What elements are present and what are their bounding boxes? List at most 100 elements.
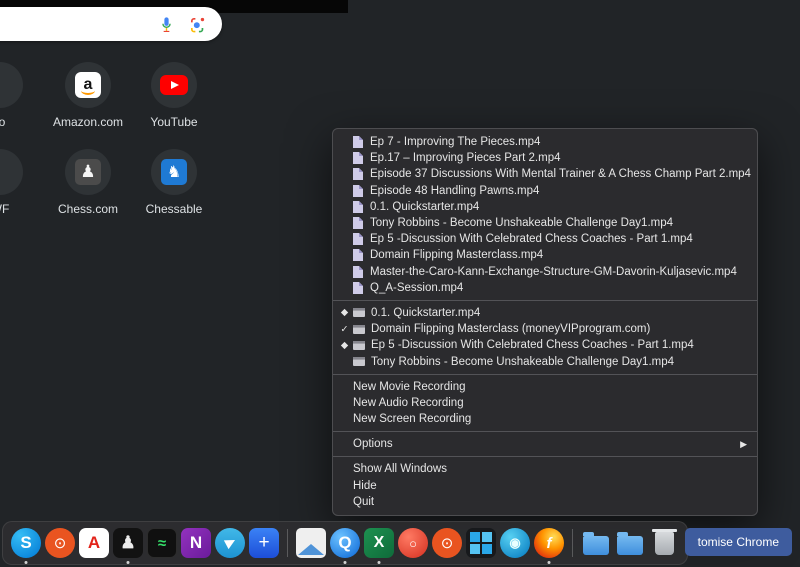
recent-file-item[interactable]: Ep 5 -Discussion With Celebrated Chess C… (333, 231, 757, 247)
onenote-icon[interactable]: N (181, 528, 211, 558)
minimized-marker: ◆ (340, 307, 349, 319)
ubuntu2-icon[interactable]: ⊙ (432, 528, 462, 558)
menu-item-show-all-windows[interactable]: Show All Windows (333, 461, 757, 477)
shortcut-tile-amazon[interactable]: a Amazon.com (44, 62, 132, 129)
window-item[interactable]: ✓ Domain Flipping Masterclass (moneyVIPp… (333, 321, 757, 337)
menu-item-label: Ep.17 – Improving Pieces Part 2.mp4 (370, 152, 561, 165)
shortcut-tile-youtube[interactable]: YouTube (130, 62, 218, 129)
dock: S ⊙ A ♟ ≈ N ▶ + Q X ○ ⊙ ◉ f (2, 521, 688, 565)
window-item[interactable]: ◆ 0.1. Quickstarter.mp4 (333, 305, 757, 321)
menu-item-label: Quit (353, 495, 375, 508)
recent-file-item[interactable]: Tony Robbins - Become Unshakeable Challe… (333, 215, 757, 231)
menu-item-label: 0.1. Quickstarter.mp4 (371, 306, 481, 319)
shortcut-label: Chess.com (57, 202, 119, 216)
app-add-icon[interactable]: + (249, 528, 279, 558)
customize-chrome-button[interactable]: tomise Chrome (684, 528, 792, 556)
window-item[interactable]: ◆ Ep 5 -Discussion With Celebrated Chess… (333, 337, 757, 353)
menu-item-label: Show All Windows (353, 463, 447, 476)
video-file-icon (353, 152, 363, 165)
chesscom-icon: ♟ (75, 159, 101, 185)
menu-item-options[interactable]: Options ▶ (333, 436, 757, 452)
quicktime-icon[interactable]: Q (330, 528, 360, 558)
excel-icon[interactable]: X (364, 528, 394, 558)
window-marker (338, 353, 351, 369)
windows-icon[interactable] (466, 528, 496, 558)
shortcut-label: YouTube (150, 115, 198, 129)
menu-item-label: Ep 7 - Improving The Pieces.mp4 (370, 136, 541, 149)
menu-item-label: Domain Flipping Masterclass (moneyVIPpro… (371, 323, 651, 336)
video-file-icon (353, 200, 363, 213)
menu-item-hide[interactable]: Hide (333, 478, 757, 494)
ubuntu-icon[interactable]: ⊙ (45, 528, 75, 558)
shortcut-icon (0, 62, 23, 108)
skype-icon[interactable]: S (11, 528, 41, 558)
video-file-icon (353, 249, 363, 262)
shortcut-tile-partial-1[interactable]: ro (0, 62, 44, 129)
youtube-icon (160, 75, 188, 95)
mic-icon[interactable] (158, 16, 175, 33)
window-icon (353, 357, 365, 367)
recent-file-item[interactable]: Ep.17 – Improving Pieces Part 2.mp4 (333, 150, 757, 166)
folder-icon-2[interactable] (615, 528, 645, 558)
dock-separator (287, 529, 288, 557)
media-player-icon[interactable]: ◉ (500, 528, 530, 558)
quicktime-dock-menu: Ep 7 - Improving The Pieces.mp4 Ep.17 – … (332, 128, 758, 516)
window-icon (353, 340, 365, 350)
menu-item-quit[interactable]: Quit (333, 494, 757, 510)
menu-item-label: Hide (353, 479, 377, 492)
menu-item-label: Domain Flipping Masterclass.mp4 (370, 249, 544, 262)
audio-scope-icon[interactable]: ≈ (147, 528, 177, 558)
menu-item-label: Episode 48 Handling Pawns.mp4 (370, 184, 540, 197)
firefox-icon[interactable]: f (534, 528, 564, 558)
active-check-marker: ✓ (340, 323, 349, 335)
menu-separator (333, 299, 757, 301)
shortcut-tile-partial-2[interactable]: WF (0, 149, 44, 216)
red-circle-app-icon[interactable]: ○ (398, 528, 428, 558)
folder-icon-1[interactable] (581, 528, 611, 558)
shortcut-label: Amazon.com (52, 115, 124, 129)
video-file-icon (353, 265, 363, 278)
menu-item-label: Tony Robbins - Become Unshakeable Challe… (371, 355, 675, 368)
menu-item-label: Episode 37 Discussions With Mental Train… (370, 168, 751, 181)
menu-item-new-audio-recording[interactable]: New Audio Recording (333, 395, 757, 411)
telegram-icon[interactable]: ▶ (215, 528, 245, 558)
window-icon (353, 308, 365, 318)
shortcut-label: ro (0, 115, 6, 129)
shortcut-tile-chesscom[interactable]: ♟ Chess.com (44, 149, 132, 216)
recent-file-item[interactable]: Master-the-Caro-Kann-Exchange-Structure-… (333, 264, 757, 280)
shortcut-icon (0, 149, 23, 195)
trash-icon[interactable] (649, 528, 679, 558)
recent-file-item[interactable]: Q_A-Session.mp4 (333, 280, 757, 296)
shortcut-label: WF (0, 202, 10, 216)
shortcut-tile-chessable[interactable]: ♞ Chessable (130, 149, 218, 216)
shortcut-label: Chessable (145, 202, 203, 216)
recent-file-item[interactable]: Ep 7 - Improving The Pieces.mp4 (333, 134, 757, 150)
window-item[interactable]: Tony Robbins - Become Unshakeable Challe… (333, 353, 757, 369)
menu-item-label: Master-the-Caro-Kann-Exchange-Structure-… (370, 265, 737, 278)
menu-item-label: Ep 5 -Discussion With Celebrated Chess C… (371, 339, 694, 352)
dock-separator (572, 529, 573, 557)
recent-file-item[interactable]: Domain Flipping Masterclass.mp4 (333, 247, 757, 263)
recent-file-item[interactable]: 0.1. Quickstarter.mp4 (333, 199, 757, 215)
menu-item-new-movie-recording[interactable]: New Movie Recording (333, 379, 757, 395)
video-file-icon (353, 281, 363, 294)
chessable-icon: ♞ (161, 159, 187, 185)
recent-file-item[interactable]: Episode 37 Discussions With Mental Train… (333, 166, 757, 182)
menu-item-new-screen-recording[interactable]: New Screen Recording (333, 411, 757, 427)
menu-separator (333, 456, 757, 458)
menu-item-label: New Audio Recording (353, 396, 464, 409)
recent-file-item[interactable]: Episode 48 Handling Pawns.mp4 (333, 183, 757, 199)
menu-item-label: New Movie Recording (353, 380, 466, 393)
window-icon (353, 324, 365, 334)
menu-separator (333, 431, 757, 433)
screenshot-preview-icon[interactable] (296, 528, 326, 558)
menu-item-label: Options (353, 438, 393, 451)
menu-item-label: Q_A-Session.mp4 (370, 281, 464, 294)
acrobat-reader-icon[interactable]: A (79, 528, 109, 558)
video-file-icon (353, 184, 363, 197)
search-input[interactable] (0, 7, 222, 41)
desktop: ro a Amazon.com YouTube WF ♟ Chess.com ♞ (0, 0, 800, 567)
lens-icon[interactable] (189, 16, 206, 33)
video-file-icon (353, 233, 363, 246)
chess-app-icon[interactable]: ♟ (113, 528, 143, 558)
